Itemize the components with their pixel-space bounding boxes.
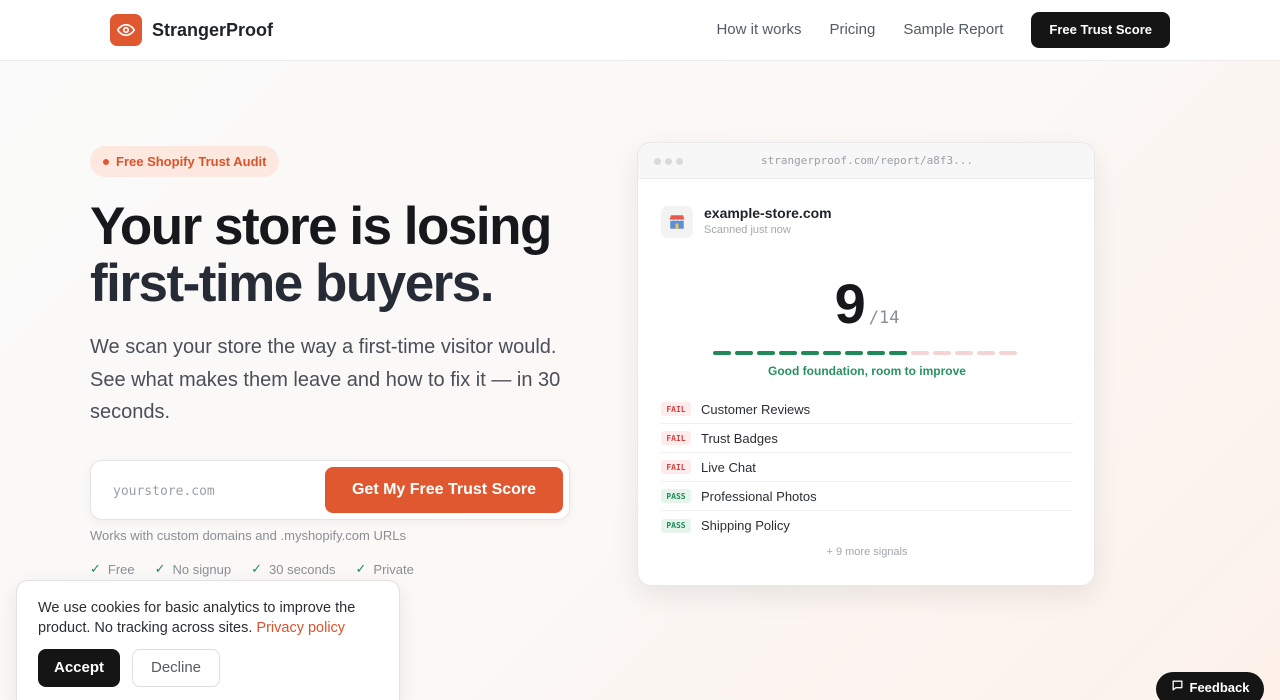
site-header: StrangerProof How it works Pricing Sampl… bbox=[0, 0, 1280, 61]
more-signals: + 9 more signals bbox=[826, 546, 908, 558]
nav-pricing[interactable]: Pricing bbox=[829, 12, 875, 48]
signal-row: FAIL Trust Badges bbox=[661, 424, 1073, 453]
signal-row: FAIL Live Chat bbox=[661, 453, 1073, 482]
signal-list: FAIL Customer Reviews FAIL Trust Badges FA… bbox=[661, 395, 1073, 540]
hero-subhead: We scan your store the way a first-time … bbox=[90, 336, 561, 423]
hero-badge-label: Free Shopify Trust Audit bbox=[116, 154, 267, 169]
brand-name: StrangerProof bbox=[152, 19, 274, 40]
scan-time: Scanned just now bbox=[704, 224, 791, 236]
check-label: No signup bbox=[172, 561, 232, 577]
store-icon bbox=[661, 206, 693, 238]
check-label: Free bbox=[107, 561, 135, 577]
get-trust-score-button[interactable]: Get My Free Trust Score bbox=[325, 467, 563, 513]
sample-report-card: strangerproof.com/report/a8f3... example… bbox=[637, 142, 1095, 586]
browser-bar: strangerproof.com/report/a8f3... bbox=[638, 143, 1094, 179]
hero-badge: Free Shopify Trust Audit bbox=[90, 146, 280, 177]
report-url: strangerproof.com/report/a8f3... bbox=[761, 154, 973, 167]
check-item: ✓ Free bbox=[90, 561, 135, 577]
check-item: ✓ No signup bbox=[155, 561, 231, 577]
nav-how-it-works[interactable]: How it works bbox=[716, 12, 801, 48]
free-trust-score-button[interactable]: Free Trust Score bbox=[1031, 12, 1170, 48]
status-badge: PASS bbox=[661, 518, 691, 533]
cookie-banner: We use cookies for basic analytics to im… bbox=[16, 580, 400, 700]
score-verdict: Good foundation, room to improve bbox=[768, 364, 966, 378]
feedback-label: Feedback bbox=[1189, 679, 1250, 695]
signal-row: FAIL Customer Reviews bbox=[661, 395, 1073, 424]
score-segment-empty bbox=[933, 351, 951, 355]
check-item: ✓ 30 seconds bbox=[251, 561, 335, 577]
headline-line-1: Your store is losing bbox=[90, 197, 552, 256]
check-icon: ✓ bbox=[90, 561, 101, 576]
score-progress bbox=[713, 351, 1017, 355]
check-icon: ✓ bbox=[154, 561, 166, 576]
score-segment-filled bbox=[779, 351, 797, 355]
feature-checks: ✓ Free ✓ No signup ✓ 30 seconds ✓ Private bbox=[90, 561, 434, 577]
score-segment-filled bbox=[867, 351, 885, 355]
status-badge: FAIL bbox=[661, 460, 691, 474]
nav-sample-report[interactable]: Sample Report bbox=[903, 12, 1003, 48]
brand-logo[interactable]: StrangerProof bbox=[110, 14, 273, 46]
score-total: /14 bbox=[868, 308, 900, 328]
score-display: 9/14 bbox=[638, 271, 1094, 336]
dot-icon bbox=[103, 158, 109, 165]
cookie-message: We use cookies for basic analytics to im… bbox=[38, 598, 388, 638]
store-url-input[interactable] bbox=[113, 481, 313, 501]
score-segment-empty bbox=[955, 351, 973, 355]
main-nav: How it works Pricing Sample Report Free … bbox=[716, 12, 1170, 48]
signal-name: Shipping Policy bbox=[701, 518, 790, 533]
score-segment-empty bbox=[911, 351, 929, 355]
store-url-form: Get My Free Trust Score bbox=[90, 460, 570, 520]
hero-headline: Your store is losing first-time buyers. bbox=[90, 198, 610, 312]
check-icon: ✓ bbox=[251, 561, 262, 576]
score-segment-filled bbox=[823, 351, 841, 355]
check-label: 30 seconds bbox=[269, 561, 336, 577]
score-segment-filled bbox=[801, 351, 819, 355]
signal-row: PASS Professional Photos bbox=[661, 482, 1073, 511]
chat-icon bbox=[1171, 679, 1184, 695]
score-segment-filled bbox=[735, 351, 753, 355]
feedback-button[interactable]: Feedback bbox=[1156, 672, 1264, 700]
check-icon: ✓ bbox=[355, 561, 367, 576]
privacy-policy-link[interactable]: Privacy policy bbox=[256, 620, 345, 636]
signal-name: Customer Reviews bbox=[701, 401, 811, 417]
check-label: Private bbox=[373, 561, 414, 577]
headline-line-2: first-time buyers. bbox=[90, 254, 495, 313]
score-segment-filled bbox=[757, 351, 775, 355]
score-segment-empty bbox=[999, 351, 1017, 355]
score-segment-filled bbox=[845, 351, 863, 355]
score-segment-empty bbox=[977, 351, 995, 355]
signal-name: Trust Badges bbox=[701, 430, 778, 446]
score-segment-filled bbox=[889, 351, 907, 355]
status-badge: FAIL bbox=[661, 402, 691, 416]
signal-name: Professional Photos bbox=[701, 488, 817, 504]
check-item: ✓ Private bbox=[356, 561, 414, 577]
helper-text: Works with custom domains and .myshopify… bbox=[90, 528, 406, 543]
signal-name: Live Chat bbox=[701, 459, 756, 475]
trust-score: 9 bbox=[834, 272, 866, 335]
status-badge: PASS bbox=[661, 489, 691, 503]
status-badge: FAIL bbox=[661, 431, 691, 445]
signal-row: PASS Shipping Policy bbox=[661, 511, 1073, 540]
accept-cookies-button[interactable]: Accept bbox=[38, 649, 120, 687]
score-segment-filled bbox=[713, 351, 731, 355]
eye-icon bbox=[110, 14, 142, 46]
decline-cookies-button[interactable]: Decline bbox=[132, 649, 220, 687]
store-name: example-store.com bbox=[704, 205, 832, 221]
